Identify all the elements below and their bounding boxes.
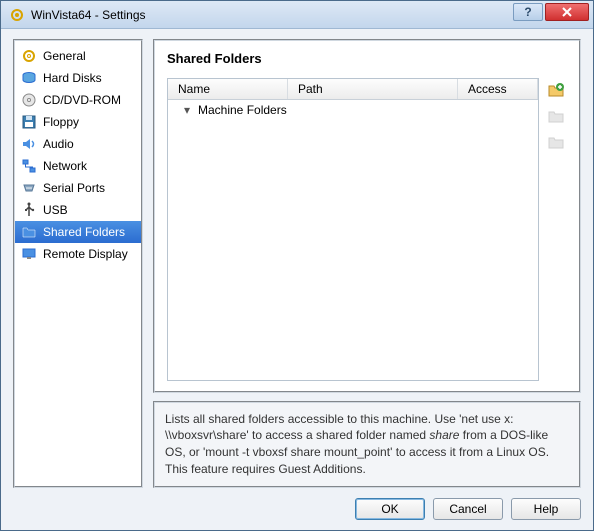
hint-share-word: share (429, 428, 459, 442)
sidebar-item-serial[interactable]: Serial Ports (15, 177, 141, 199)
settings-window: WinVista64 - Settings ? General Hard Dis… (0, 0, 594, 531)
sidebar-item-label: USB (43, 203, 68, 217)
sidebar-item-label: Remote Display (43, 247, 128, 261)
usb-icon (21, 202, 37, 218)
edit-folder-button (546, 106, 566, 126)
sidebar-item-remotedisplay[interactable]: Remote Display (15, 243, 141, 265)
sidebar-item-label: Floppy (43, 115, 79, 129)
sidebar-item-general[interactable]: General (15, 45, 141, 67)
sidebar-item-audio[interactable]: Audio (15, 133, 141, 155)
sidebar-item-label: CD/DVD-ROM (43, 93, 121, 107)
sidebar-item-network[interactable]: Network (15, 155, 141, 177)
column-name[interactable]: Name (168, 79, 288, 99)
tree-expand-icon[interactable]: ▾ (184, 103, 194, 117)
sidebar-item-label: General (43, 49, 86, 63)
floppy-icon (21, 114, 37, 130)
column-path[interactable]: Path (288, 79, 458, 99)
tree-row-label: Machine Folders (198, 103, 287, 117)
client-area: General Hard Disks CD/DVD-ROM Floppy Aud… (1, 29, 593, 530)
dialog-button-row: OK Cancel Help (13, 498, 581, 520)
window-title: WinVista64 - Settings (31, 8, 146, 22)
titlebar-help-button[interactable]: ? (513, 3, 543, 21)
add-folder-button[interactable] (546, 80, 566, 100)
folder-icon (21, 224, 37, 240)
titlebar: WinVista64 - Settings ? (1, 1, 593, 29)
cancel-button[interactable]: Cancel (433, 498, 503, 520)
sidebar-item-usb[interactable]: USB (15, 199, 141, 221)
titlebar-close-button[interactable] (545, 3, 589, 21)
sidebar-item-floppy[interactable]: Floppy (15, 111, 141, 133)
display-icon (21, 246, 37, 262)
page-title: Shared Folders (167, 51, 567, 66)
sidebar-item-harddisks[interactable]: Hard Disks (15, 67, 141, 89)
app-icon (9, 7, 25, 23)
column-access[interactable]: Access (458, 79, 538, 99)
sidebar-item-label: Shared Folders (43, 225, 125, 239)
shared-folders-list[interactable]: Name Path Access ▾ Machine Folders (167, 78, 539, 381)
sidebar-item-label: Serial Ports (43, 181, 105, 195)
tree-row-machine-folders[interactable]: ▾ Machine Folders (168, 102, 538, 118)
sidebar-item-sharedfolders[interactable]: Shared Folders (15, 221, 141, 243)
hint-panel: Lists all shared folders accessible to t… (153, 401, 581, 488)
network-icon (21, 158, 37, 174)
sidebar-item-label: Audio (43, 137, 74, 151)
gear-icon (21, 48, 37, 64)
remove-folder-button (546, 132, 566, 152)
harddisk-icon (21, 70, 37, 86)
list-header: Name Path Access (168, 79, 538, 100)
folder-toolbar (545, 78, 567, 381)
sidebar-item-label: Network (43, 159, 87, 173)
sidebar-item-label: Hard Disks (43, 71, 102, 85)
category-sidebar: General Hard Disks CD/DVD-ROM Floppy Aud… (13, 39, 143, 488)
audio-icon (21, 136, 37, 152)
main-panel: Shared Folders Name Path Access ▾ (153, 39, 581, 393)
sidebar-item-cddvd[interactable]: CD/DVD-ROM (15, 89, 141, 111)
disc-icon (21, 92, 37, 108)
serial-icon (21, 180, 37, 196)
ok-button[interactable]: OK (355, 498, 425, 520)
help-button[interactable]: Help (511, 498, 581, 520)
